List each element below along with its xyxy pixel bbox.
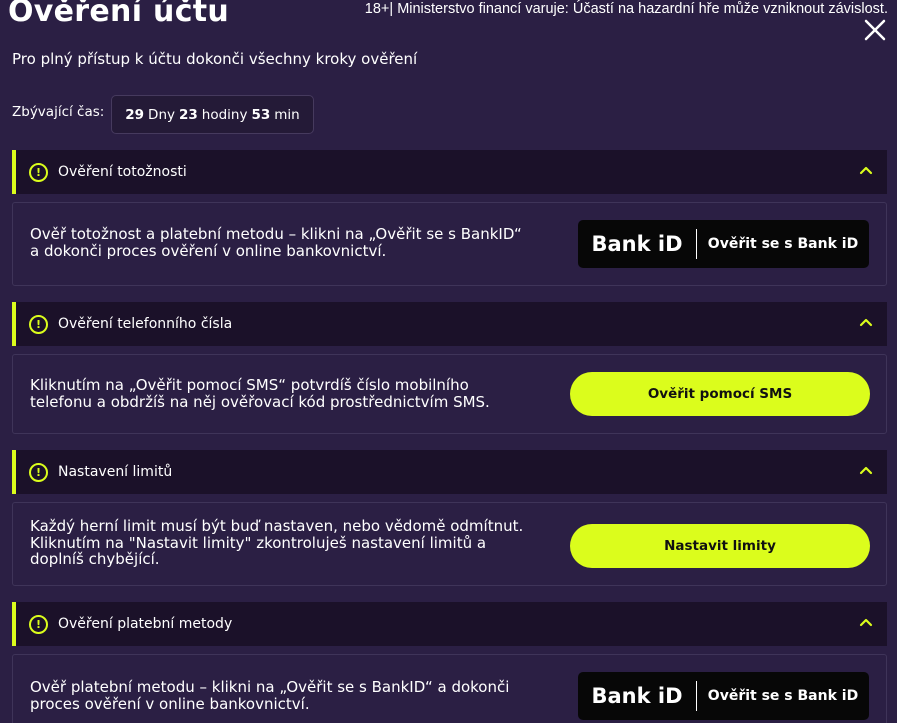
timer-days-unit: Dny bbox=[148, 106, 175, 123]
set-limits-button[interactable]: Nastavit limity bbox=[570, 524, 870, 568]
description-line: telefonu a obdržíš na něj ověřovací kód … bbox=[30, 392, 490, 411]
section-body-payment: Ověř platební metodu – klikni na „Ověřit… bbox=[12, 654, 887, 723]
timer-label: Zbývající čas: bbox=[12, 104, 105, 120]
chevron-up-icon[interactable] bbox=[859, 617, 873, 627]
description-line: Kliknutím na „Ověřit pomocí SMS“ potvrdí… bbox=[30, 376, 469, 394]
section-title: Ověření telefonního čísla bbox=[58, 316, 233, 332]
bankid-verify-button[interactable]: Bank iD Ověřit se s Bank iD bbox=[578, 672, 869, 720]
timer-hours-unit: hodiny bbox=[201, 106, 248, 123]
section-body-identity: Ověř totožnost a platební metodu – klikn… bbox=[12, 202, 887, 286]
section-header-limits[interactable]: ! Nastavení limitů bbox=[12, 450, 887, 494]
page-title: Ověření účtu bbox=[8, 0, 230, 29]
section-header-identity[interactable]: ! Ověření totožnosti bbox=[12, 150, 887, 194]
chevron-up-icon[interactable] bbox=[859, 465, 873, 475]
timer-minutes-value: 53 bbox=[251, 106, 271, 123]
description-line: Kliknutím na "Nastavit limity" zkontrolu… bbox=[30, 533, 487, 552]
section-description: Ověř platební metodu – klikni na „Ověřit… bbox=[30, 679, 509, 712]
bankid-button-label: Ověřit se s Bank iD bbox=[707, 688, 859, 704]
description-line: Každý herní limit musí být buď nastaven,… bbox=[30, 517, 524, 535]
section-description: Každý herní limit musí být buď nastaven,… bbox=[30, 518, 523, 568]
warning-icon: ! bbox=[29, 614, 48, 634]
subtitle: Pro plný přístup k účtu dokonči všechny … bbox=[12, 50, 418, 68]
description-line: doplníš chybějící. bbox=[30, 550, 160, 568]
warning-icon: ! bbox=[29, 314, 48, 334]
section-title: Ověření platební metody bbox=[58, 616, 233, 632]
description-line: a dokonči proces ověření v online bankov… bbox=[30, 241, 387, 260]
section-body-limits: Každý herní limit musí být buď nastaven,… bbox=[12, 502, 887, 586]
chevron-up-icon[interactable] bbox=[859, 165, 873, 175]
section-description: Kliknutím na „Ověřit pomocí SMS“ potvrdí… bbox=[30, 377, 490, 410]
section-header-phone[interactable]: ! Ověření telefonního čísla bbox=[12, 302, 887, 346]
bankid-verify-button[interactable]: Bank iD Ověřit se s Bank iD bbox=[578, 220, 869, 268]
bankid-button-label: Ověřit se s Bank iD bbox=[707, 236, 859, 252]
bankid-logo: Bank iD bbox=[591, 232, 683, 256]
timer-box: 29 Dny 23 hodiny 53 min bbox=[111, 95, 314, 134]
section-header-payment[interactable]: ! Ověření platební metody bbox=[12, 602, 887, 646]
chevron-up-icon[interactable] bbox=[859, 317, 873, 327]
timer-minutes-unit: min bbox=[274, 106, 300, 123]
timer-hours-value: 23 bbox=[179, 106, 198, 123]
verify-sms-button[interactable]: Ověřit pomocí SMS bbox=[570, 372, 870, 416]
description-line: Ověř platební metodu – klikni na „Ověřit… bbox=[30, 678, 510, 696]
section-body-phone: Kliknutím na „Ověřit pomocí SMS“ potvrdí… bbox=[12, 354, 887, 434]
warning-icon: ! bbox=[29, 162, 48, 182]
close-icon[interactable] bbox=[863, 18, 887, 42]
bankid-logo: Bank iD bbox=[591, 684, 683, 708]
timer-days-value: 29 bbox=[125, 106, 145, 123]
gambling-warning: 18+| Ministerstvo financí varuje: Účastí… bbox=[364, 1, 888, 17]
section-description: Ověř totožnost a platební metodu – klikn… bbox=[30, 226, 522, 259]
warning-icon: ! bbox=[29, 462, 48, 482]
description-line: proces ověření v online bankovnictví. bbox=[30, 694, 310, 713]
section-title: Ověření totožnosti bbox=[58, 164, 187, 180]
description-line: Ověř totožnost a platební metodu – klikn… bbox=[30, 225, 522, 243]
section-title: Nastavení limitů bbox=[58, 464, 173, 480]
